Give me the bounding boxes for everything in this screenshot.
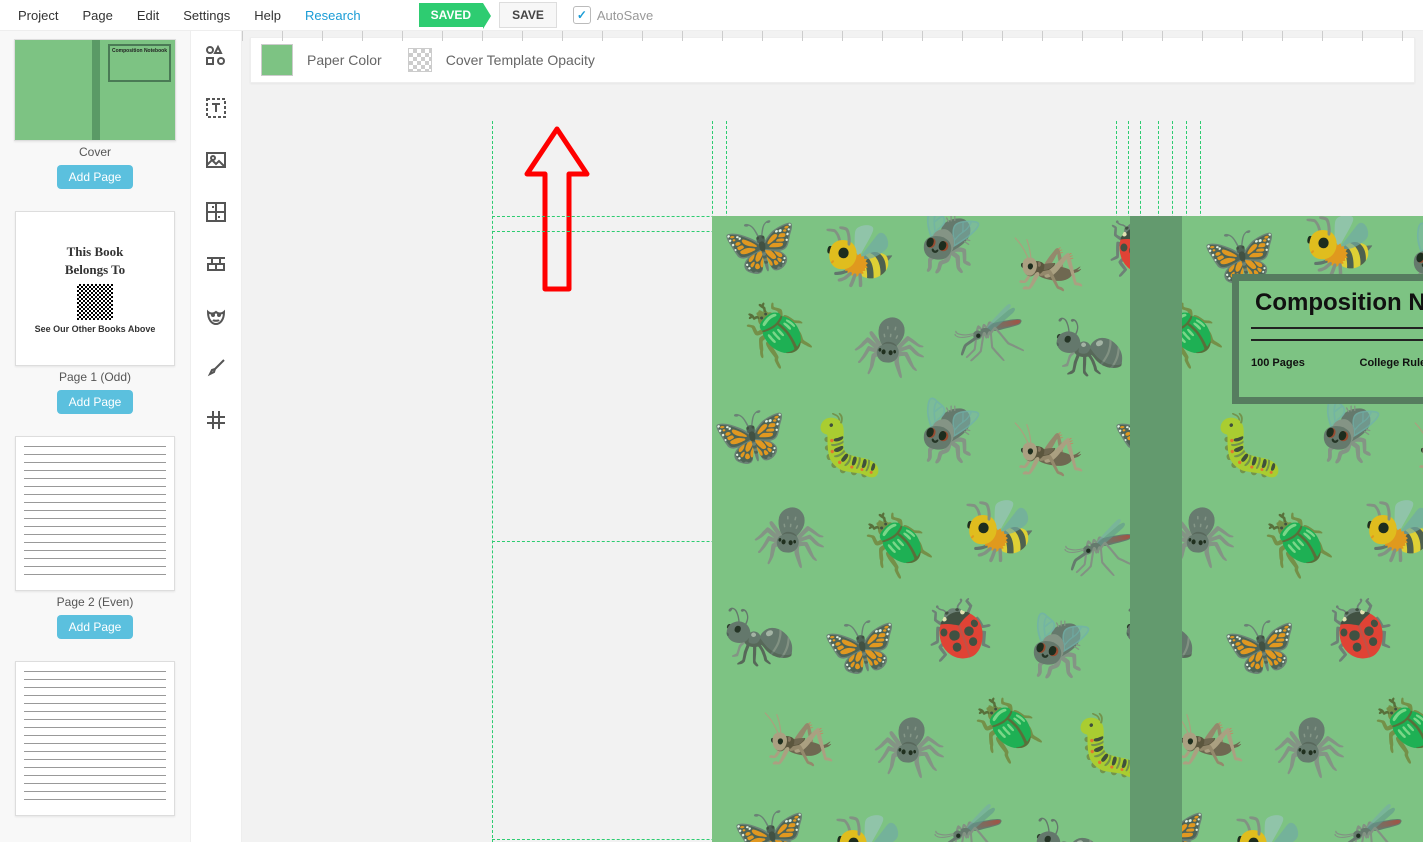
text-icon[interactable] xyxy=(203,95,229,121)
menu-help[interactable]: Help xyxy=(244,4,291,27)
page-thumb-1[interactable]: This Book Belongs To See Our Other Books… xyxy=(0,211,190,430)
thumb-label: Page 1 (Odd) xyxy=(59,370,131,384)
saved-badge: SAVED xyxy=(419,3,483,27)
image-icon[interactable] xyxy=(203,147,229,173)
puzzle-icon[interactable] xyxy=(203,199,229,225)
notebook-title: Composition Notebook xyxy=(1251,289,1423,317)
cover-spine xyxy=(1130,216,1182,842)
menu-research[interactable]: Research xyxy=(295,4,371,27)
shapes-icon[interactable] xyxy=(203,43,229,69)
menu-project[interactable]: Project xyxy=(8,4,68,27)
top-menu-bar: Project Page Edit Settings Help Research… xyxy=(0,0,1423,31)
mask-icon[interactable] xyxy=(203,303,229,329)
add-page-button[interactable]: Add Page xyxy=(57,165,134,189)
notebook-label-box[interactable]: Composition Notebook 100 Pages College R… xyxy=(1232,274,1423,404)
cover-canvas[interactable]: 🦋🐝🪰🦗🐞🦋🐝🪰🦗 🪲🕷️🦟🐜🪲🕷️🦟🐜 🦋🐛🪰🦗🦋🐛🪰🦗🦋 🕷️🪲🐝🦟🕷️🪲🐝… xyxy=(712,216,1423,842)
tool-strip xyxy=(191,31,242,842)
opacity-label: Cover Template Opacity xyxy=(446,52,595,68)
pages-panel[interactable]: Composition Notebook Cover Add Page This… xyxy=(0,31,191,842)
canvas-area[interactable]: Paper Color Cover Template Opacity xyxy=(242,31,1423,842)
menu-settings[interactable]: Settings xyxy=(173,4,240,27)
grid-icon[interactable] xyxy=(203,407,229,433)
add-page-button[interactable]: Add Page xyxy=(57,615,134,639)
canvas-stage[interactable]: 🦋🐝🪰🦗🐞🦋🐝🪰🦗 🪲🕷️🦟🐜🪲🕷️🦟🐜 🦋🐛🪰🦗🦋🐛🪰🦗🦋 🕷️🪲🐝🦟🕷️🪲🐝… xyxy=(492,121,1423,842)
autosave-label: AutoSave xyxy=(597,8,653,23)
menu-edit[interactable]: Edit xyxy=(127,4,169,27)
thumb-label: Cover xyxy=(79,145,111,159)
autosave-checkbox[interactable]: ✓ xyxy=(573,6,591,24)
page-thumb-2[interactable]: Page 2 (Even) Add Page xyxy=(0,436,190,655)
save-button[interactable]: SAVE xyxy=(499,2,557,28)
menu-page[interactable]: Page xyxy=(72,4,122,27)
meta-rule: College Ruled xyxy=(1360,357,1423,369)
thumb-label: Page 2 (Even) xyxy=(57,595,134,609)
autosave-toggle[interactable]: ✓ AutoSave xyxy=(573,6,653,24)
meta-pages: 100 Pages xyxy=(1251,357,1305,369)
add-page-button[interactable]: Add Page xyxy=(57,390,134,414)
qr-code-icon xyxy=(77,284,113,320)
paper-color-swatch[interactable] xyxy=(261,44,293,76)
horizontal-ruler xyxy=(242,31,1423,41)
page-thumb-cover[interactable]: Composition Notebook Cover Add Page xyxy=(0,39,190,205)
page-thumb-3[interactable] xyxy=(0,661,190,820)
brick-icon[interactable] xyxy=(203,251,229,277)
brush-icon[interactable] xyxy=(203,355,229,381)
opacity-icon[interactable] xyxy=(408,48,432,72)
paper-color-label: Paper Color xyxy=(307,52,382,68)
context-toolbar: Paper Color Cover Template Opacity xyxy=(250,37,1415,83)
